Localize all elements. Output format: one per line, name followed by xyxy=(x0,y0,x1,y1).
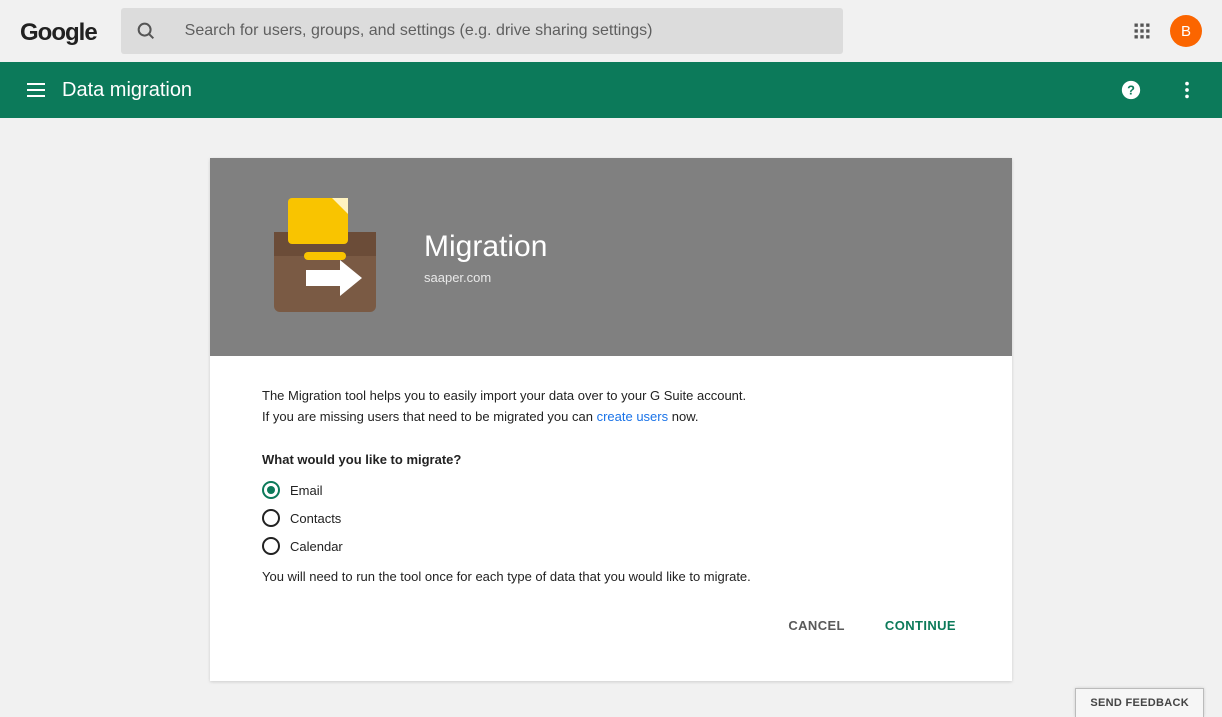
appbar-right: ? xyxy=(1120,79,1198,101)
migrate-question: What would you like to migrate? xyxy=(262,452,960,467)
menu-icon[interactable] xyxy=(24,78,48,102)
body-note: You will need to run the tool once for e… xyxy=(262,569,960,584)
create-users-link[interactable]: create users xyxy=(597,409,669,424)
radio-group: Email Contacts Calendar xyxy=(262,481,960,555)
radio-label: Calendar xyxy=(290,539,343,554)
search-icon xyxy=(135,20,157,42)
migration-box-icon xyxy=(264,196,386,318)
search-box[interactable] xyxy=(121,8,843,54)
radio-label: Email xyxy=(290,483,323,498)
google-logo[interactable]: Google xyxy=(20,19,97,47)
body-line1: The Migration tool helps you to easily i… xyxy=(262,388,960,403)
continue-button[interactable]: CONTINUE xyxy=(881,610,960,641)
top-bar: Google B xyxy=(0,0,1222,62)
hero-text: Migration saaper.com xyxy=(424,230,547,285)
more-vert-icon[interactable] xyxy=(1176,79,1198,101)
appbar-title: Data migration xyxy=(62,79,192,102)
cancel-button[interactable]: CANCEL xyxy=(784,610,849,641)
app-bar: Data migration ? xyxy=(0,62,1222,118)
send-feedback-button[interactable]: SEND FEEDBACK xyxy=(1075,688,1204,717)
avatar[interactable]: B xyxy=(1170,15,1202,47)
hero-domain: saaper.com xyxy=(424,270,547,285)
radio-option-email[interactable]: Email xyxy=(262,481,960,499)
card-hero: Migration saaper.com xyxy=(210,158,1012,356)
help-icon[interactable]: ? xyxy=(1120,79,1142,101)
migration-card: Migration saaper.com The Migration tool … xyxy=(210,158,1012,681)
card-body: The Migration tool helps you to easily i… xyxy=(210,356,1012,610)
top-bar-right: B xyxy=(1132,15,1202,47)
radio-icon xyxy=(262,509,280,527)
radio-option-contacts[interactable]: Contacts xyxy=(262,509,960,527)
radio-option-calendar[interactable]: Calendar xyxy=(262,537,960,555)
card-actions: CANCEL CONTINUE xyxy=(210,610,1012,681)
radio-label: Contacts xyxy=(290,511,341,526)
apps-grid-icon[interactable] xyxy=(1132,21,1152,41)
hero-title: Migration xyxy=(424,230,547,264)
radio-icon xyxy=(262,537,280,555)
body-line2: If you are missing users that need to be… xyxy=(262,409,960,424)
body-line2-suffix: now. xyxy=(668,409,698,424)
svg-text:?: ? xyxy=(1127,83,1135,98)
radio-icon xyxy=(262,481,280,499)
search-input[interactable] xyxy=(185,22,829,40)
avatar-initial: B xyxy=(1181,23,1191,40)
body-line2-prefix: If you are missing users that need to be… xyxy=(262,409,597,424)
